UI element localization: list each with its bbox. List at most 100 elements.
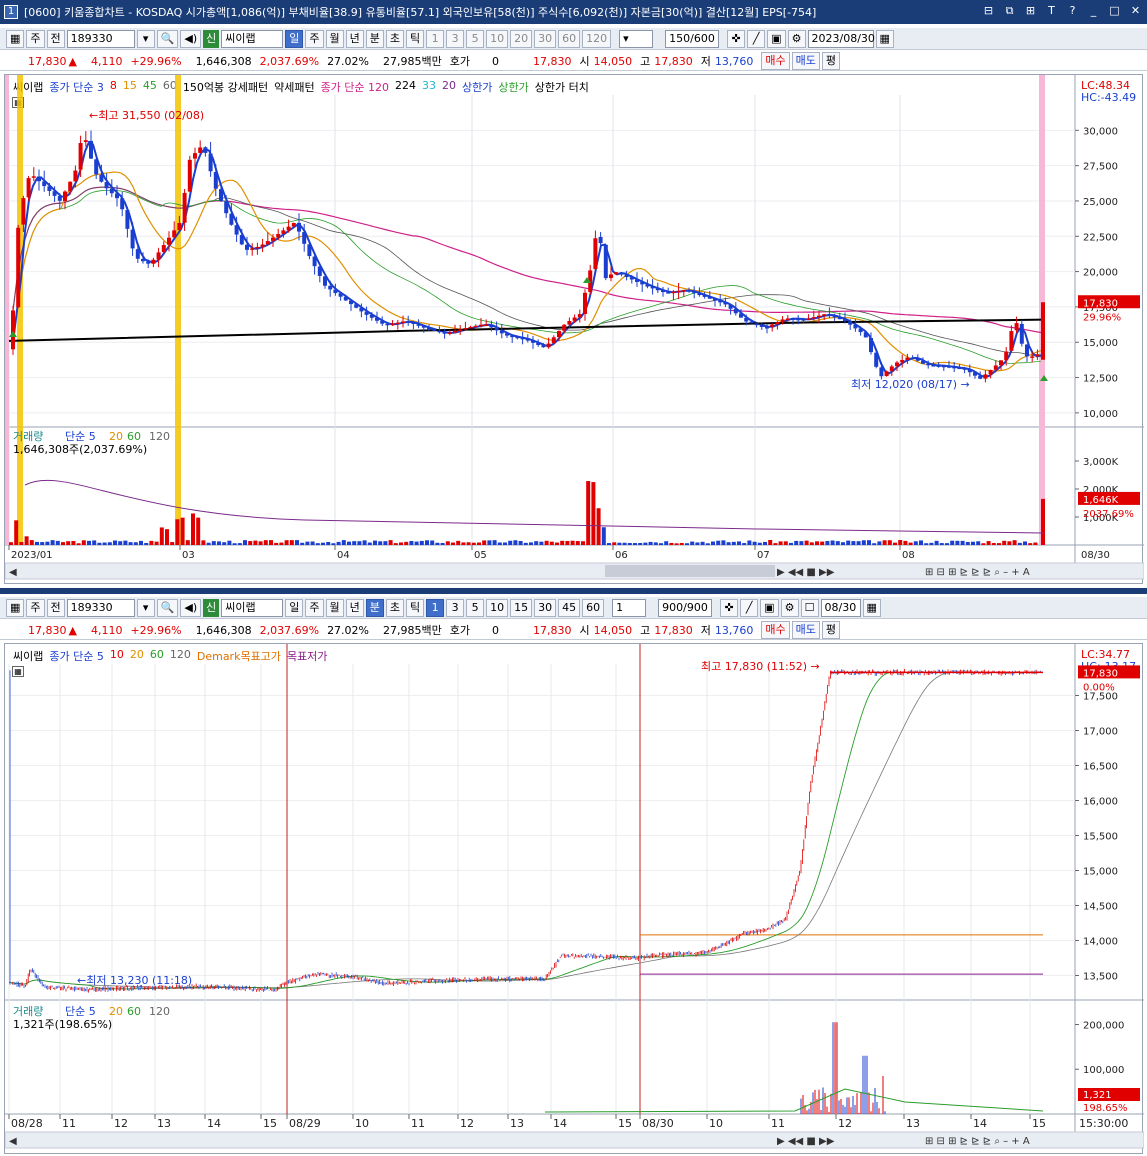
interval-30[interactable]: 30 <box>534 29 557 48</box>
period-week-tab[interactable]: 주 <box>305 29 324 48</box>
interval-60[interactable]: 60 <box>558 29 581 48</box>
interval-10[interactable]: 10 <box>486 29 509 48</box>
period-tick-tab[interactable]: 틱 <box>406 29 425 48</box>
period-month-tab[interactable]: 월 <box>325 598 344 617</box>
period-second-tab[interactable]: 초 <box>385 29 404 48</box>
calendar-icon[interactable]: ▦ <box>875 29 894 48</box>
interval-120[interactable]: 120 <box>582 29 612 48</box>
candle-body <box>791 318 795 320</box>
interval-60[interactable]: 60 <box>582 598 605 617</box>
interval-1[interactable]: 1 <box>426 29 445 48</box>
draw-tool-icon[interactable]: ╱ <box>747 29 766 48</box>
sell-button[interactable]: 매도 <box>791 52 820 70</box>
minimize-button[interactable]: _ <box>1086 3 1101 18</box>
interval-20[interactable]: 20 <box>510 29 533 48</box>
interval-select[interactable]: 1 <box>612 598 647 617</box>
buy-button[interactable]: 매수 <box>761 621 790 639</box>
buy-button[interactable]: 매수 <box>761 52 790 70</box>
dropdown-icon[interactable]: ▾ <box>136 29 155 48</box>
code-input[interactable]: 189330 <box>66 29 135 48</box>
crosshair-icon[interactable]: ✜ <box>727 29 746 48</box>
volume-bar <box>763 541 767 545</box>
count-input[interactable]: 900/900 <box>658 598 713 617</box>
period-tick-tab[interactable]: 틱 <box>406 598 425 617</box>
minute-price-chart[interactable]: 17,50017,00016,50016,00015,50015,00014,5… <box>5 644 1144 1155</box>
settings-icon[interactable]: ⚙ <box>787 29 806 48</box>
sell-button[interactable]: 매도 <box>791 621 820 639</box>
candle-body <box>718 300 723 303</box>
grid-icon[interactable]: ▦ <box>6 29 25 48</box>
low-price: 13,760 <box>714 623 754 637</box>
today-candle <box>1041 302 1045 360</box>
all-button[interactable]: 전 <box>46 598 65 617</box>
all-button[interactable]: 전 <box>46 29 65 48</box>
interval-select[interactable]: ▾ <box>619 29 654 48</box>
count-input[interactable]: 150/600 <box>665 29 720 48</box>
date-input[interactable]: 08/30 <box>820 598 861 617</box>
stock-name-field[interactable]: 씨이랩 <box>221 29 284 48</box>
volume-bar <box>300 542 305 545</box>
flat-button[interactable]: 평 <box>821 52 840 70</box>
save-icon[interactable]: ▣ <box>760 598 779 617</box>
flat-button[interactable]: 평 <box>821 621 840 639</box>
date-checkbox[interactable]: ☐ <box>800 598 819 617</box>
font-size-icon[interactable]: T <box>1044 3 1059 18</box>
maximize-button[interactable]: □ <box>1107 3 1122 18</box>
period-year-tab[interactable]: 년 <box>345 598 364 617</box>
window-cascade-icon[interactable]: ⧉ <box>1002 3 1017 18</box>
volume-bar <box>227 540 232 545</box>
period-year-tab[interactable]: 년 <box>345 29 364 48</box>
crosshair-icon[interactable]: ✜ <box>720 598 739 617</box>
save-icon[interactable]: ▣ <box>767 29 786 48</box>
window-tile-icon[interactable]: ⊟ <box>981 3 996 18</box>
speaker-icon[interactable]: ◀) <box>180 598 202 617</box>
draw-tool-icon[interactable]: ╱ <box>740 598 759 617</box>
period-day-tab[interactable]: 일 <box>285 29 304 48</box>
interval-3[interactable]: 3 <box>446 598 465 617</box>
interval-1[interactable]: 1 <box>426 598 445 617</box>
grid-icon[interactable]: ▦ <box>6 598 25 617</box>
volume-bar <box>29 540 34 545</box>
help-icon[interactable]: ? <box>1065 3 1080 18</box>
candle-body <box>109 188 114 194</box>
search-icon[interactable]: 🔍 <box>156 29 179 48</box>
window-grid-icon[interactable]: ⊞ <box>1023 3 1038 18</box>
stock-name-field[interactable]: 씨이랩 <box>221 598 284 617</box>
market-select[interactable]: 주 <box>26 598 45 617</box>
candle-body <box>375 317 379 321</box>
candle-body <box>603 244 608 279</box>
close-button[interactable]: ✕ <box>1128 3 1143 18</box>
dropdown-icon[interactable]: ▾ <box>136 598 155 617</box>
candle-body <box>999 360 1003 366</box>
interval-15[interactable]: 15 <box>510 598 533 617</box>
period-day-tab[interactable]: 일 <box>285 598 304 617</box>
date-input[interactable]: 2023/08/30 <box>807 29 875 48</box>
interval-3[interactable]: 3 <box>446 29 465 48</box>
period-minute-tab[interactable]: 분 <box>365 598 384 617</box>
code-input[interactable]: 189330 <box>66 598 135 617</box>
settings-icon[interactable]: ⚙ <box>780 598 799 617</box>
interval-5[interactable]: 5 <box>466 29 485 48</box>
interval-30[interactable]: 30 <box>534 598 557 617</box>
candle-body <box>520 337 525 340</box>
search-icon[interactable]: 🔍 <box>156 598 179 617</box>
period-week-tab[interactable]: 주 <box>305 598 324 617</box>
interval-5[interactable]: 5 <box>466 598 485 617</box>
x-end-label: 08/30 <box>1081 550 1110 561</box>
daily-chart-panel[interactable]: 씨이랩 종가 단순 3 8 15 45 60 150억봉 강세패턴 약세패턴 종가 단순 120… <box>4 74 1144 585</box>
x-tick-label: 15 <box>618 1117 632 1130</box>
daily-price-chart[interactable]: 30,00027,50025,00022,50020,00017,50015,0… <box>5 75 1144 585</box>
period-month-tab[interactable]: 월 <box>325 29 344 48</box>
interval-10[interactable]: 10 <box>486 598 509 617</box>
volume-bar <box>981 543 986 545</box>
speaker-icon[interactable]: ◀) <box>180 29 202 48</box>
market-select[interactable]: 주 <box>26 29 45 48</box>
candle-body <box>515 336 520 339</box>
period-second-tab[interactable]: 초 <box>385 598 404 617</box>
calendar-icon[interactable]: ▦ <box>862 598 881 617</box>
period-minute-tab[interactable]: 분 <box>365 29 384 48</box>
pane-splitter[interactable] <box>0 588 1147 594</box>
y-tick-label: 16,500 <box>1083 762 1118 773</box>
minute-chart-panel[interactable]: 씨이랩 종가 단순 5 10 20 60 120 Demark목표고가 목표저가 ▦ LC:3… <box>4 643 1144 1155</box>
interval-45[interactable]: 45 <box>558 598 581 617</box>
